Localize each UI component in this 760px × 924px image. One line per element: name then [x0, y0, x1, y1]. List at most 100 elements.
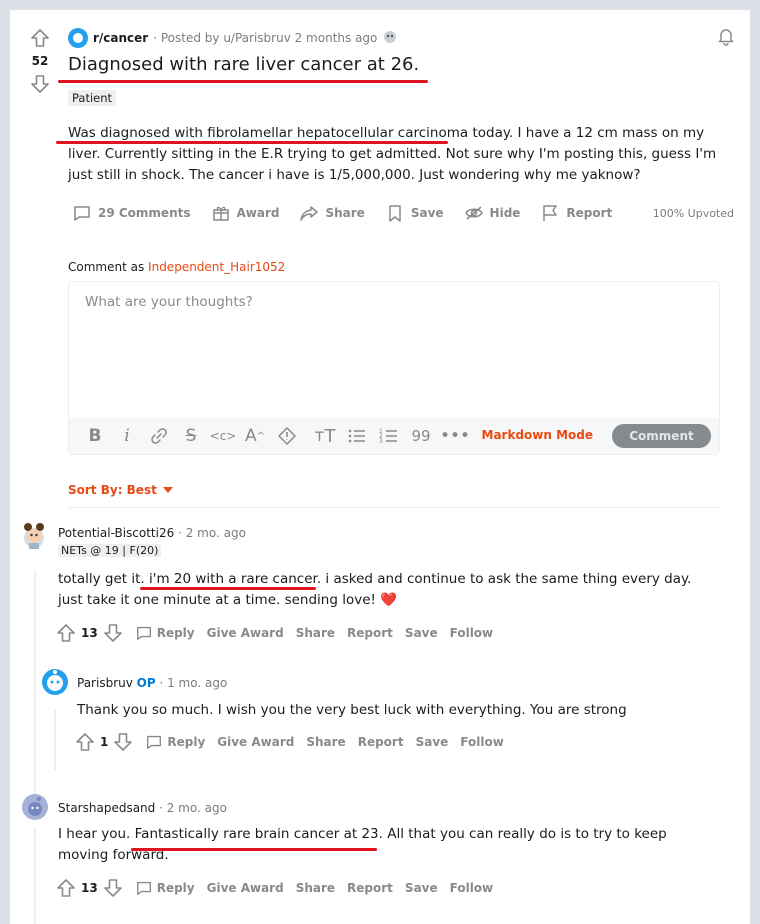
link-icon[interactable] — [143, 422, 175, 450]
comment-author: Potential-Biscotti26 · 2 mo. ago — [58, 526, 246, 540]
comment-submit-button[interactable]: Comment — [612, 424, 711, 448]
reply-button[interactable]: Reply — [135, 879, 195, 897]
upvote-icon[interactable] — [28, 28, 52, 48]
give-award-button[interactable]: Give Award — [207, 626, 284, 640]
hide-button[interactable]: Hide — [464, 203, 520, 223]
share-label: Share — [325, 206, 365, 220]
current-username[interactable]: Independent_Hair1052 — [148, 260, 285, 274]
comment-actions: 13 Reply Give Award Share Report Save Fo… — [56, 623, 493, 643]
heading-icon[interactable]: тT — [309, 422, 341, 450]
comment-icon — [74, 206, 90, 221]
comment-time: · 1 mo. ago — [155, 676, 228, 690]
post-flair[interactable]: Patient — [68, 90, 117, 106]
comment-actions: 13 Reply Give Award Share Report Save Fo… — [56, 878, 493, 898]
post-body: Was diagnosed with fibrolamellar hepatoc… — [68, 123, 738, 186]
comment-body: totally get it. i'm 20 with a rare cance… — [58, 569, 718, 611]
reply-button[interactable]: Reply — [145, 733, 205, 751]
share-button[interactable]: Share — [296, 626, 335, 640]
save-button[interactable]: Save — [405, 881, 438, 895]
strikethrough-icon[interactable]: S — [175, 422, 207, 450]
notification-bell-icon[interactable] — [716, 26, 736, 50]
inline-code-icon[interactable]: <c> — [207, 422, 239, 450]
follow-button[interactable]: Follow — [450, 626, 494, 640]
share-button[interactable]: Share — [306, 735, 345, 749]
upvote-icon[interactable] — [75, 732, 95, 752]
reply-label: Reply — [156, 881, 195, 895]
save-label: Save — [410, 206, 444, 220]
award-label: Award — [236, 206, 280, 220]
caret-down-icon — [162, 487, 173, 493]
eye-slash-icon — [464, 206, 483, 220]
save-button[interactable]: Save — [416, 735, 449, 749]
comment-text: Thank you so much. I wish you the very b… — [77, 702, 627, 718]
save-button[interactable]: Save — [405, 626, 438, 640]
downvote-icon[interactable] — [113, 732, 133, 752]
sort-label: Sort By: Best — [68, 483, 157, 497]
save-button[interactable]: Save — [385, 203, 444, 223]
subreddit-icon[interactable] — [68, 28, 88, 48]
award-button[interactable]: Award — [211, 203, 280, 223]
comment-icon — [136, 881, 151, 895]
bulleted-list-icon[interactable] — [341, 422, 373, 450]
comment-editor: B i S <c> A^ тT 123 99 ••• Markdown Mode… — [68, 281, 720, 455]
sort-dropdown[interactable]: Sort By: Best — [68, 483, 173, 497]
share-button[interactable]: Share — [296, 881, 335, 895]
posted-by: · Posted by u/Parisbruv 2 months ago — [153, 31, 378, 45]
report-button[interactable]: Report — [347, 626, 393, 640]
comment-author: Starshapedsand · 2 mo. ago — [58, 801, 227, 815]
comment-time: · 2 mo. ago — [174, 526, 246, 540]
reply-label: Reply — [156, 626, 195, 640]
comment-body: I hear you. Fantastically rare brain can… — [58, 824, 718, 866]
avatar[interactable] — [21, 793, 49, 821]
divider — [68, 507, 720, 508]
avatar[interactable] — [20, 522, 48, 550]
reply-label: Reply — [167, 735, 206, 749]
user-flair: NETs @ 19 | F(20) — [58, 544, 162, 557]
award-badge-icon — [382, 29, 398, 48]
comment-text: totally get it. — [58, 571, 149, 587]
numbered-list-icon[interactable]: 123 — [373, 422, 405, 450]
follow-button[interactable]: Follow — [460, 735, 504, 749]
reply-button[interactable]: Reply — [135, 624, 195, 642]
give-award-button[interactable]: Give Award — [207, 881, 284, 895]
downvote-icon[interactable] — [103, 878, 123, 898]
italic-icon[interactable]: i — [111, 422, 143, 450]
subreddit-link[interactable]: r/cancer — [93, 31, 148, 45]
quote-block-icon[interactable]: 99 — [405, 422, 437, 450]
comment-highlight: i'm 20 with a rare cancer. — [149, 571, 322, 587]
upvote-icon[interactable] — [56, 623, 76, 643]
post-title[interactable]: Diagnosed with rare liver cancer at 26. — [68, 54, 419, 75]
post-action-bar: 29 Comments Award Share Save Hide Report — [72, 203, 632, 223]
bold-icon[interactable]: B — [79, 422, 111, 450]
avatar[interactable] — [41, 668, 69, 696]
comment-username[interactable]: Starshapedsand — [58, 801, 155, 815]
post-body-highlight: Was diagnosed with fibrolamellar hepatoc… — [68, 125, 469, 141]
comment-author: Parisbruv OP · 1 mo. ago — [77, 676, 227, 690]
comment-username[interactable]: Parisbruv — [77, 676, 133, 690]
follow-button[interactable]: Follow — [450, 881, 494, 895]
post-score: 52 — [31, 54, 49, 68]
downvote-icon[interactable] — [103, 623, 123, 643]
comment-username[interactable]: Potential-Biscotti26 — [58, 526, 174, 540]
share-button[interactable]: Share — [299, 203, 365, 223]
downvote-icon[interactable] — [28, 74, 52, 94]
upvote-ratio: 100% Upvoted — [652, 207, 734, 220]
thread-line — [54, 710, 56, 770]
gift-icon — [212, 206, 229, 221]
comments-button[interactable]: 29 Comments — [72, 203, 191, 223]
report-button[interactable]: Report — [347, 881, 393, 895]
share-icon — [300, 206, 319, 221]
upvote-icon[interactable] — [56, 878, 76, 898]
report-button[interactable]: Report — [540, 203, 612, 223]
comment-input[interactable] — [69, 282, 719, 418]
more-options-icon[interactable]: ••• — [439, 422, 471, 450]
superscript-icon[interactable]: A ^ — [239, 422, 271, 450]
comment-actions: 1 Reply Give Award Share Report Save Fol… — [75, 732, 504, 752]
comment-highlight: Fantastically rare brain cancer at 23. — [134, 826, 383, 842]
report-button[interactable]: Report — [358, 735, 404, 749]
comment-as-text: Comment as — [68, 260, 145, 274]
comment-body: Thank you so much. I wish you the very b… — [77, 700, 717, 721]
give-award-button[interactable]: Give Award — [217, 735, 294, 749]
markdown-mode-button[interactable]: Markdown Mode — [482, 428, 594, 442]
spoiler-icon[interactable] — [271, 422, 303, 450]
